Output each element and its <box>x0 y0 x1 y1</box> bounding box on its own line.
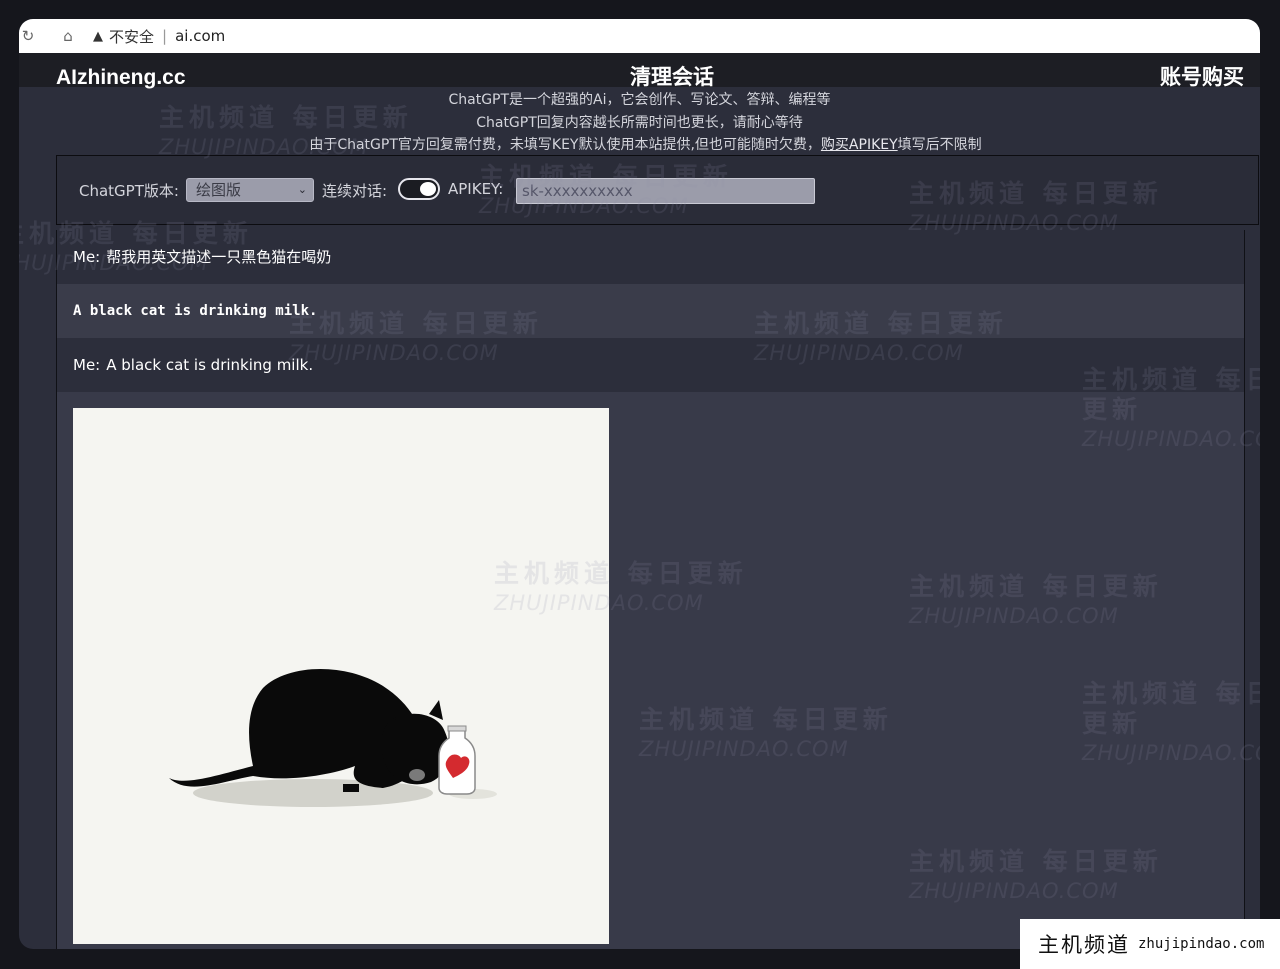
generated-image[interactable] <box>73 408 609 944</box>
message-text: A black cat is drinking milk. <box>73 303 318 319</box>
notice-line-2: ChatGPT回复内容越长所需时间也更长，请耐心等待 <box>476 114 803 131</box>
bot-image-message <box>57 392 1244 949</box>
warning-icon: ▲ <box>93 28 103 44</box>
notice-line-1: ChatGPT是一个超强的Ai，它会创作、写论文、答辩、编程等 <box>448 92 831 108</box>
settings-panel: ChatGPT版本: 绘图版 ⌄ 连续对话: APIKEY: sk-xxxxxx… <box>56 155 1259 225</box>
security-status[interactable]: 不安全 <box>109 26 154 47</box>
url-text[interactable]: ai.com <box>175 27 225 45</box>
notice-line-3-suffix: 填写后不限制 <box>897 137 982 153</box>
url-separator: | <box>162 27 168 45</box>
version-select[interactable]: 绘图版 ⌄ <box>186 178 314 202</box>
badge-text-en: zhujipindao.com <box>1138 936 1265 952</box>
app-header: AIzhineng.cc 清理会话 账号购买 <box>19 53 1260 89</box>
buy-apikey-link[interactable]: 购买APIKEY <box>821 137 898 153</box>
user-message: Me: A black cat is drinking milk. <box>57 338 1244 392</box>
apikey-label: APIKEY: <box>448 180 504 198</box>
notice-text: ChatGPT是一个超强的Ai，它会创作、写论文、答辩、编程等 ChatGPT回… <box>19 89 1260 157</box>
user-message: Me: 帮我用英文描述一只黑色猫在喝奶 <box>57 230 1244 284</box>
notice-line-3: 由于ChatGPT官方回复需付费，未填写KEY默认使用本站提供,但也可能随时欠费… <box>19 134 1260 157</box>
chevron-down-icon: ⌄ <box>297 183 307 196</box>
message-sender: Me: <box>73 356 101 374</box>
chat-log: Me: 帮我用英文描述一只黑色猫在喝奶 A black cat is drinki… <box>56 230 1245 949</box>
buy-account-link[interactable]: 账号购买 <box>1160 66 1244 88</box>
site-badge: 主机频道 zhujipindao.com <box>1020 919 1280 969</box>
continuous-chat-label: 连续对话: <box>322 182 388 200</box>
toggle-knob <box>420 182 436 196</box>
bot-message: A black cat is drinking milk. <box>57 284 1244 338</box>
home-icon[interactable]: ⌂ <box>57 25 79 47</box>
continuous-chat-toggle[interactable] <box>398 178 440 200</box>
reload-icon[interactable]: ↻ <box>19 25 39 47</box>
notice-line-3-prefix: 由于ChatGPT官方回复需付费，未填写KEY默认使用本站提供,但也可能随时欠费… <box>309 137 821 153</box>
clear-session-button[interactable]: 清理会话 <box>630 66 714 88</box>
apikey-input[interactable]: sk-xxxxxxxxxx <box>516 178 815 204</box>
version-select-value: 绘图版 <box>196 181 242 199</box>
black-cat-illustration <box>169 668 497 807</box>
badge-text-cn: 主机频道 <box>1038 933 1130 957</box>
message-sender: Me: <box>73 248 101 266</box>
message-text: A black cat is drinking milk. <box>106 356 314 374</box>
message-text: 帮我用英文描述一只黑色猫在喝奶 <box>106 248 332 266</box>
browser-address-bar: ↻ ⌂ ▲ 不安全 | ai.com <box>19 19 1260 53</box>
brand-logo[interactable]: AIzhineng.cc <box>56 67 186 89</box>
browser-window: ↻ ⌂ ▲ 不安全 | ai.com AIzhineng.cc 清理会话 账号购… <box>19 19 1260 949</box>
version-label: ChatGPT版本: <box>79 182 179 200</box>
